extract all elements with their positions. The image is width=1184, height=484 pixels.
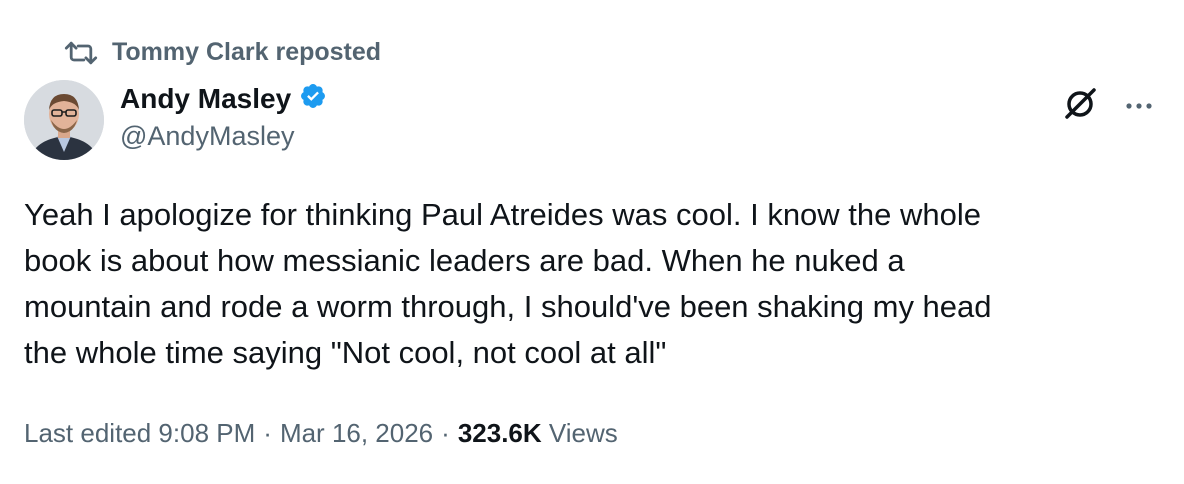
tweet-date[interactable]: Mar 16, 2026 [280,418,433,449]
meta-separator: · [263,418,272,448]
author-block: Andy Masley @AndyMasley [120,82,327,152]
repost-label: Tommy Clark reposted [112,38,382,66]
repost-header[interactable]: Tommy Clark reposted [64,38,381,67]
author-handle[interactable]: @AndyMasley [120,121,327,152]
tweet-meta: Last edited 9:08 PM · Mar 16, 2026 · 323… [24,418,618,449]
tweet-text: Yeah I apologize for thinking Paul Atrei… [24,197,992,370]
views-count[interactable]: 323.6K [458,418,542,449]
tweet-actions-top [1060,84,1154,129]
more-options-icon[interactable] [1124,98,1154,116]
meta-separator: · [441,418,450,448]
repost-icon [64,39,98,67]
views-label: Views [548,418,618,448]
edited-timestamp[interactable]: Last edited 9:08 PM [24,418,255,449]
author-display-name[interactable]: Andy Masley [120,83,291,115]
verified-badge-icon [299,82,327,115]
grok-icon[interactable] [1060,84,1100,129]
profile-avatar[interactable] [24,80,104,160]
